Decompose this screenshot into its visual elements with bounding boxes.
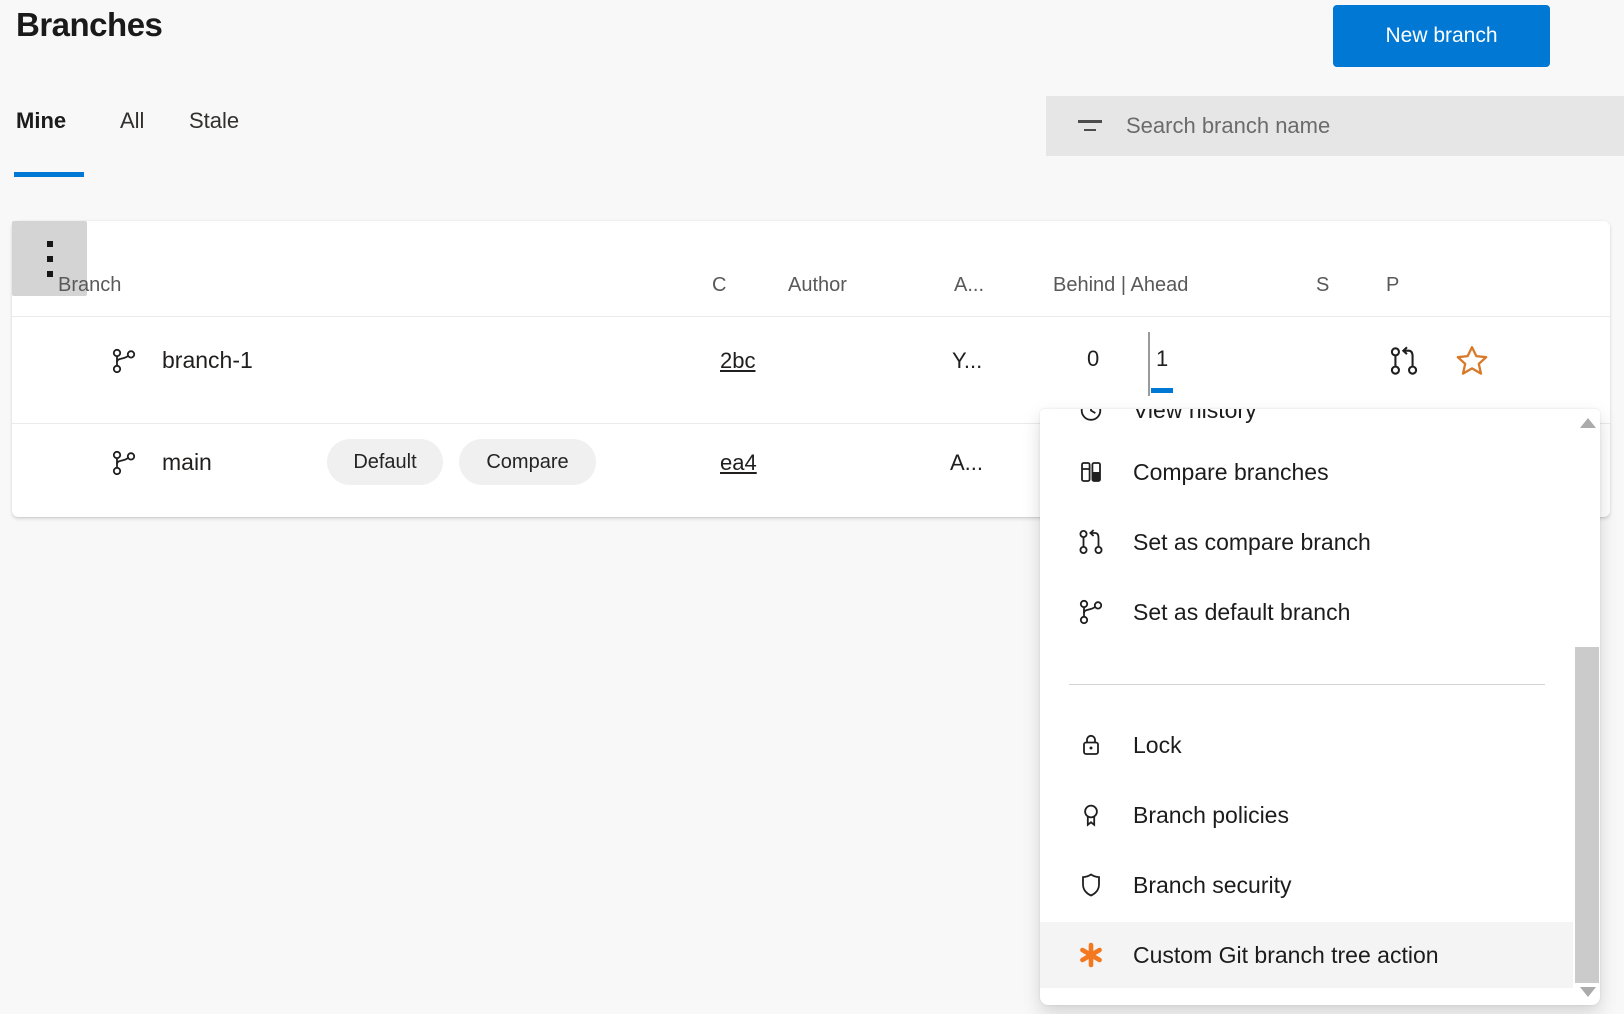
header-separator [12,316,1610,317]
menu-scroll-down-arrow[interactable] [1580,987,1596,997]
default-badge: Default [327,439,443,485]
active-tab-underline [14,172,84,177]
menu-divider [1069,684,1545,685]
tab-stale[interactable]: Stale [189,108,239,134]
git-branch-icon [1077,598,1105,626]
behind-ahead-divider [1148,332,1150,396]
menu-item-set-default-branch[interactable]: Set as default branch [1040,577,1573,647]
tab-mine[interactable]: Mine [16,108,66,134]
authored-date: A... [950,450,983,476]
policies-ribbon-icon [1077,801,1105,829]
col-branch[interactable]: Branch [58,274,121,297]
behind-count: 0 [1087,346,1099,372]
ahead-count: 1 [1156,346,1168,372]
col-status[interactable]: S [1316,274,1329,297]
asterisk-icon [1077,941,1105,969]
branch-name[interactable]: main [162,449,212,476]
branch-name[interactable]: branch-1 [162,347,253,374]
shield-icon [1077,871,1105,899]
col-behind-ahead[interactable]: Behind | Ahead [1053,274,1188,297]
favorite-star-icon[interactable] [1454,343,1490,379]
git-branch-icon [110,449,138,477]
lock-icon [1077,731,1105,759]
authored-date: Y... [952,348,982,374]
compare-badge: Compare [459,439,596,485]
col-author[interactable]: Author [788,274,847,297]
ahead-bar [1151,388,1173,393]
tab-all[interactable]: All [120,108,144,134]
col-authored-date[interactable]: A... [954,274,984,297]
menu-scroll-up-arrow[interactable] [1580,418,1596,428]
set-compare-branch-icon [1077,528,1105,556]
compare-branches-icon [1077,458,1105,486]
menu-item-custom-git-action[interactable]: Custom Git branch tree action [1040,922,1573,988]
branch-search[interactable] [1046,96,1624,156]
commit-link[interactable]: 2bc [720,348,761,374]
menu-item-branch-policies[interactable]: Branch policies [1040,780,1573,850]
menu-item-lock[interactable]: Lock [1040,710,1573,780]
search-input[interactable] [1126,113,1624,139]
menu-item-compare-branches[interactable]: Compare branches [1040,437,1573,507]
commit-link[interactable]: ea4 [720,450,761,476]
set-compare-branch-icon[interactable] [1388,345,1420,377]
new-branch-button[interactable]: New branch [1333,5,1550,67]
history-icon [1077,409,1105,424]
page-title: Branches [16,6,162,44]
git-branch-icon [110,347,138,375]
col-commit[interactable]: C [712,274,726,297]
menu-item-set-compare-branch[interactable]: Set as compare branch [1040,507,1573,577]
menu-item-branch-security[interactable]: Branch security [1040,850,1573,920]
menu-scrollbar[interactable] [1575,647,1599,983]
col-pull-request[interactable]: P [1386,274,1399,297]
filter-icon [1078,120,1102,132]
branch-context-menu: View history Compare branches Set as com… [1040,409,1600,1005]
